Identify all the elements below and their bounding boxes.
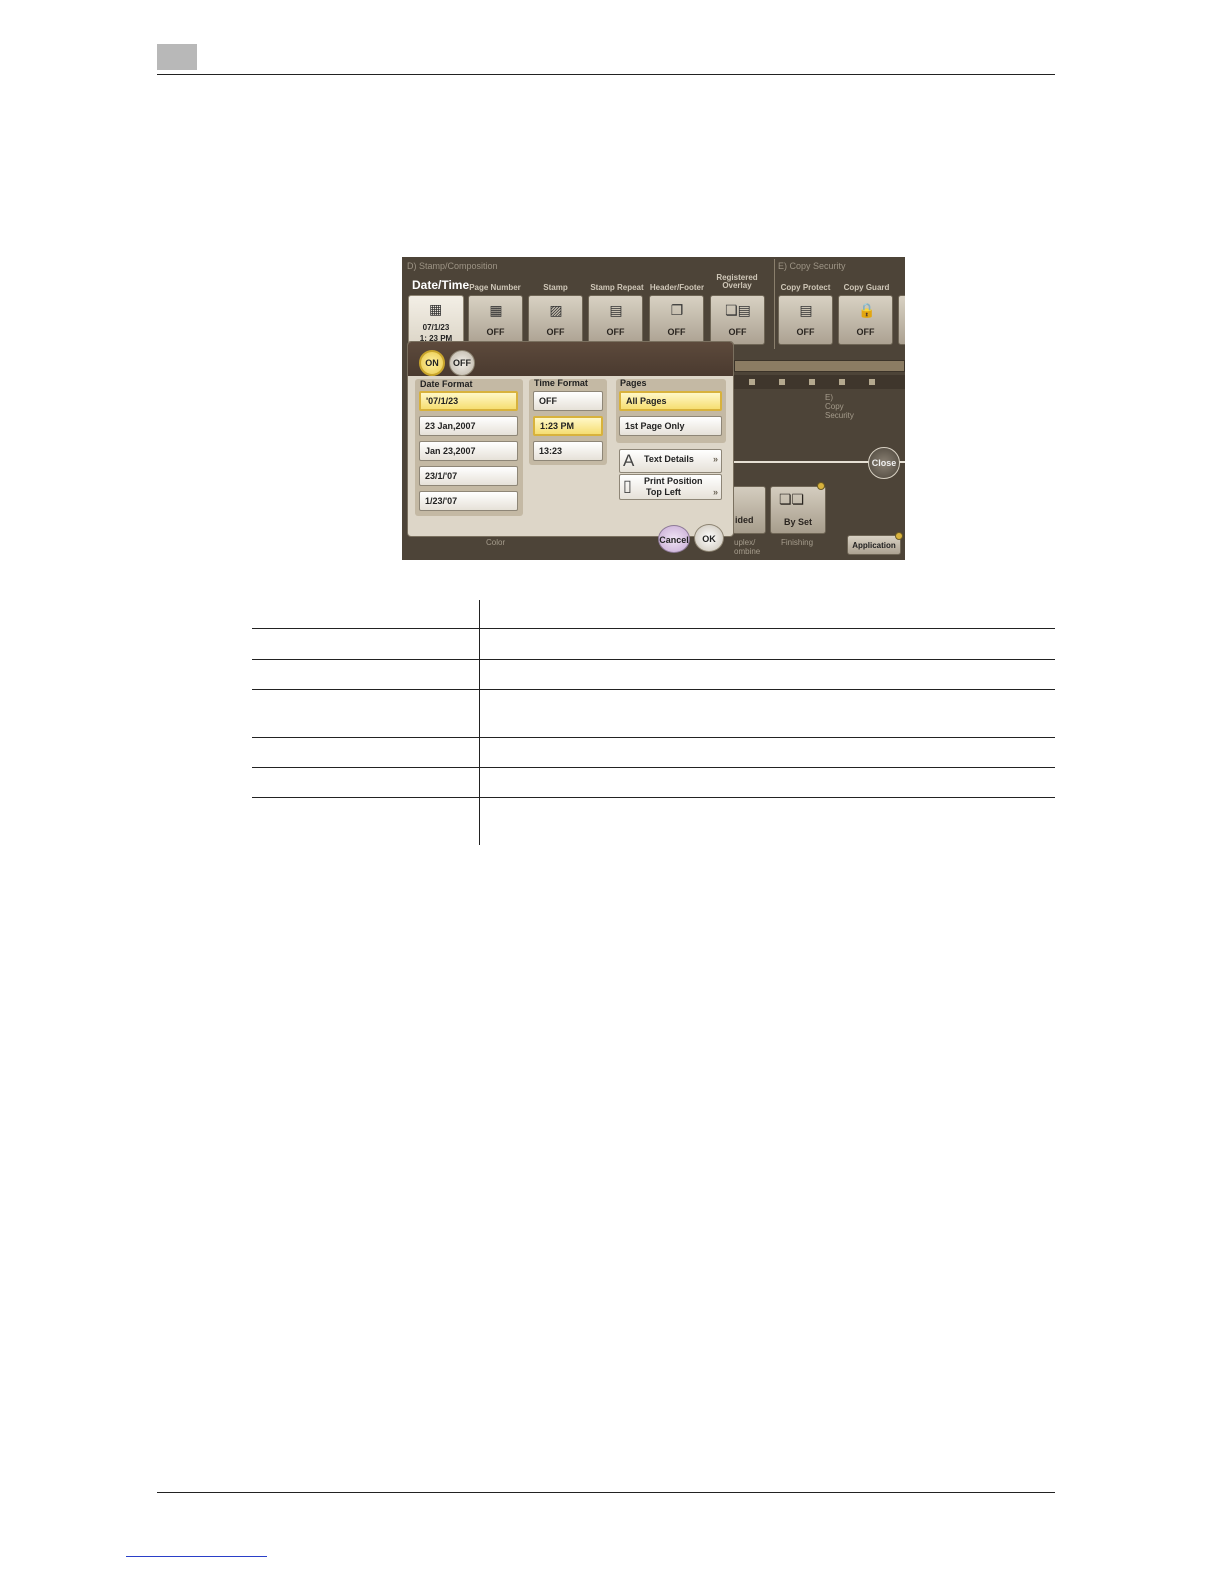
close-button[interactable]: Close (868, 447, 900, 479)
stamp-composition-screen: D) Stamp/Composition E) Copy Security Da… (402, 257, 905, 560)
header-footer-value: OFF (667, 327, 686, 337)
page-number-icon: ▦ (489, 302, 503, 318)
on-button[interactable]: ON (419, 350, 445, 376)
stamp-tile[interactable]: ▨ OFF (528, 295, 583, 345)
date-format-option[interactable]: '07/1/23 (419, 391, 518, 411)
ok-button[interactable]: OK (694, 524, 724, 552)
registered-overlay-tile[interactable]: ❏▤ OFF (710, 295, 765, 345)
section-divider (774, 259, 775, 349)
text-details-button[interactable]: A Text Details » (619, 449, 722, 473)
header-footer-icon: ❐ (670, 302, 684, 318)
footer-rule (157, 1492, 1055, 1493)
copy-protect-icon: ▤ (799, 302, 813, 318)
datetime-date-value: 07/1/23 (422, 323, 450, 332)
time-format-option[interactable]: 13:23 (533, 441, 603, 461)
col-label-stamp-repeat: Stamp Repeat (590, 283, 644, 292)
copy-guard-icon: 🔒 (858, 302, 876, 318)
next-tile-partial[interactable] (898, 295, 905, 345)
table-row-rule (252, 767, 1055, 768)
scroll-bar[interactable] (734, 360, 905, 372)
stamp-icon: ▨ (549, 302, 563, 318)
header-rule (157, 74, 1055, 75)
item-row (734, 375, 905, 389)
date-format-option[interactable]: 23/1/'07 (419, 466, 518, 486)
table-column-divider (479, 600, 480, 845)
col-label-stamp: Stamp (543, 283, 568, 292)
stamp-repeat-icon: ▤ (609, 302, 623, 318)
table-row-rule (252, 628, 1055, 629)
col-label-copy-guard: Copy Guard (843, 283, 890, 292)
text-details-label: Text Details (644, 454, 694, 464)
date-format-option[interactable]: Jan 23,2007 (419, 441, 518, 461)
section-e-label: E) Copy Security (778, 261, 846, 271)
color-label: Color (486, 538, 506, 547)
col-label-copy-protect: Copy Protect (780, 283, 831, 292)
print-position-label: Print Position (644, 476, 703, 486)
text-letter-icon: A (623, 451, 635, 470)
stamp-value: OFF (546, 327, 565, 337)
time-format-title: Time Format (534, 378, 588, 388)
copy-protect-tile[interactable]: ▤ OFF (778, 295, 833, 345)
stamp-repeat-value: OFF (606, 327, 625, 337)
pages-title: Pages (620, 378, 647, 388)
application-button[interactable]: Application (847, 535, 901, 555)
finishing-indicator-dot (817, 482, 825, 490)
duplex-combine-label: uplex/ ombine (734, 538, 761, 556)
stamp-repeat-tile[interactable]: ▤ OFF (588, 295, 643, 345)
off-button[interactable]: OFF (449, 350, 475, 376)
duplex-tile-label: ided (735, 515, 754, 525)
section-d-label: D) Stamp/Composition (407, 261, 498, 271)
page-number-tile[interactable]: ▦ OFF (468, 295, 523, 345)
chevron-right-icon: » (712, 454, 718, 464)
col-label-header-footer: Header/Footer (649, 283, 705, 292)
print-position-value: Top Left (646, 487, 681, 497)
copy-protect-value: OFF (796, 327, 815, 337)
pages-option[interactable]: All Pages (619, 391, 722, 411)
page-position-icon: ▯ (623, 478, 632, 495)
finishing-tile[interactable]: ❏❏ By Set (770, 486, 826, 534)
row-marker (749, 379, 755, 385)
print-position-button[interactable]: ▯ Print Position Top Left » (619, 474, 722, 500)
row-marker (869, 379, 875, 385)
footer-link-underline[interactable] (126, 1556, 267, 1557)
date-format-title: Date Format (420, 379, 473, 389)
date-time-dialog: ON OFF Date Format '07/1/23 23 Jan,2007 … (407, 341, 734, 537)
table-row-rule (252, 659, 1055, 660)
by-set-label: By Set (783, 517, 812, 527)
chapter-number-box (157, 44, 197, 70)
chevron-right-icon: » (712, 487, 718, 497)
page-number-value: OFF (486, 327, 505, 337)
copy-security-label: E) Copy Security (825, 393, 854, 420)
table-row-rule (252, 689, 1055, 690)
cancel-button[interactable]: Cancel (658, 525, 690, 553)
date-format-option[interactable]: 1/23/'07 (419, 491, 518, 511)
copy-guard-value: OFF (856, 327, 875, 337)
time-format-option[interactable]: 1:23 PM (533, 416, 603, 436)
copy-guard-tile[interactable]: 🔒 OFF (838, 295, 893, 345)
col-label-registered-overlay: Registered Overlay (716, 273, 758, 290)
duplex-tile[interactable]: ided (732, 486, 766, 534)
pages-option[interactable]: 1st Page Only (619, 416, 722, 436)
table-row-rule (252, 737, 1055, 738)
registered-overlay-value: OFF (728, 327, 747, 337)
date-format-option[interactable]: 23 Jan,2007 (419, 416, 518, 436)
by-set-icon: ❏❏ (779, 491, 805, 507)
row-marker (809, 379, 815, 385)
header-footer-tile[interactable]: ❐ OFF (649, 295, 704, 345)
row-marker (839, 379, 845, 385)
datetime-title: Date/Time (412, 278, 470, 292)
table-row-rule (252, 797, 1055, 798)
application-indicator-dot (895, 532, 903, 540)
calendar-icon: ▦ (429, 301, 443, 317)
row-marker (779, 379, 785, 385)
finishing-label: Finishing (781, 538, 814, 547)
overlay-icon: ❏▤ (725, 302, 751, 318)
col-label-page-number: Page Number (469, 283, 521, 292)
time-format-option[interactable]: OFF (533, 391, 603, 411)
